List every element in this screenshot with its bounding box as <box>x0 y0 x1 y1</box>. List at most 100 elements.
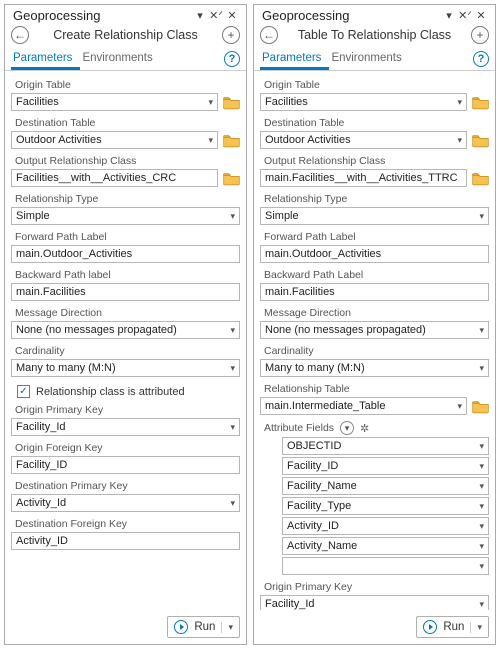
cardinality-label: Cardinality <box>11 343 240 359</box>
browse-icon[interactable] <box>471 132 489 149</box>
tool-name: Create Relationship Class <box>35 28 216 42</box>
forward-label-input[interactable]: main.Outdoor_Activities <box>260 245 489 263</box>
attribute-fields-header[interactable]: Attribute Fields ▾ ✲ <box>260 419 489 437</box>
run-button[interactable]: Run ▾ <box>416 616 489 638</box>
chevron-down-icon: ▾ <box>457 401 462 412</box>
dest-pk-input[interactable]: Activity_Id▾ <box>11 494 240 512</box>
output-rc-label: Output Relationship Class <box>260 153 489 169</box>
chevron-down-icon: ▾ <box>230 422 235 433</box>
browse-icon[interactable] <box>471 170 489 187</box>
help-icon[interactable]: ? <box>473 51 489 67</box>
forward-label-label: Forward Path Label <box>260 229 489 245</box>
origin-fk-input[interactable]: Facility_ID <box>11 456 240 474</box>
browse-icon[interactable] <box>222 94 240 111</box>
attribute-field-item[interactable]: OBJECTID▾ <box>282 437 489 455</box>
cardinality-input[interactable]: Many to many (M:N)▾ <box>11 359 240 377</box>
tool-header: ← Create Relationship Class + <box>5 23 246 48</box>
destination-table-input[interactable]: Outdoor Activities▾ <box>260 131 467 149</box>
chevron-down-icon[interactable]: ▾ <box>221 622 233 633</box>
origin-pk-input[interactable]: Facility_Id▾ <box>11 418 240 436</box>
parameters-form: Origin Table Facilities▾ Destination Tab… <box>254 71 495 610</box>
chevron-down-icon: ▾ <box>457 97 462 108</box>
origin-pk-input[interactable]: Facility_Id▾ <box>260 595 489 610</box>
output-rc-input[interactable]: Facilities__with__Activities_CRC <box>11 169 218 187</box>
dest-fk-input[interactable]: Activity_ID <box>11 532 240 550</box>
add-icon[interactable]: + <box>222 26 240 44</box>
relationship-table-input[interactable]: main.Intermediate_Table▾ <box>260 397 467 415</box>
pane-create-relationship-class: Geoprocessing ▾ ✕ᐟ ✕ ← Create Relationsh… <box>4 4 247 645</box>
destination-table-input[interactable]: Outdoor Activities▾ <box>11 131 218 149</box>
collapse-icon[interactable]: ▾ <box>340 421 354 435</box>
browse-icon[interactable] <box>471 398 489 415</box>
attribute-field-item[interactable]: Activity_ID▾ <box>282 517 489 535</box>
message-direction-input[interactable]: None (no messages propagated)▾ <box>260 321 489 339</box>
chevron-down-icon: ▾ <box>479 325 484 336</box>
back-icon[interactable]: ← <box>11 26 29 44</box>
browse-icon[interactable] <box>222 170 240 187</box>
run-button[interactable]: Run ▾ <box>167 616 240 638</box>
attribute-field-item[interactable]: Facility_Type▾ <box>282 497 489 515</box>
checkmark-icon: ✓ <box>17 385 30 398</box>
output-rc-input[interactable]: main.Facilities__with__Activities_TTRC <box>260 169 467 187</box>
close-icon[interactable]: ✕ <box>224 9 240 22</box>
chevron-down-icon: ▾ <box>208 135 213 146</box>
pane-table-to-relationship-class: Geoprocessing ▾ ✕ᐟ ✕ ← Table To Relation… <box>253 4 496 645</box>
cardinality-input[interactable]: Many to many (M:N)▾ <box>260 359 489 377</box>
chevron-down-icon: ▾ <box>479 599 484 610</box>
tool-name: Table To Relationship Class <box>284 28 465 42</box>
message-direction-input[interactable]: None (no messages propagated)▾ <box>11 321 240 339</box>
attributed-checkbox[interactable]: ✓ Relationship class is attributed <box>11 381 240 402</box>
backward-label-input[interactable]: main.Facilities <box>260 283 489 301</box>
chevron-down-icon: ▾ <box>479 501 484 512</box>
close-icon[interactable]: ✕ <box>473 9 489 22</box>
minimize-icon[interactable]: ▾ <box>192 9 208 22</box>
titlebar: Geoprocessing ▾ ✕ᐟ ✕ <box>5 5 246 23</box>
attribute-field-item[interactable]: ▾ <box>282 557 489 575</box>
chevron-down-icon: ▾ <box>208 97 213 108</box>
chevron-down-icon: ▾ <box>479 541 484 552</box>
titlebar: Geoprocessing ▾ ✕ᐟ ✕ <box>254 5 495 23</box>
message-direction-label: Message Direction <box>260 305 489 321</box>
chevron-down-icon: ▾ <box>479 521 484 532</box>
attribute-field-item[interactable]: Activity_Name▾ <box>282 537 489 555</box>
parameters-form: Origin Table Facilities▾ Destination Tab… <box>5 71 246 610</box>
chevron-down-icon: ▾ <box>230 325 235 336</box>
forward-label-input[interactable]: main.Outdoor_Activities <box>11 245 240 263</box>
output-rc-label: Output Relationship Class <box>11 153 240 169</box>
chevron-down-icon: ▾ <box>479 363 484 374</box>
tab-environments[interactable]: Environments <box>80 48 160 70</box>
relationship-table-label: Relationship Table <box>260 381 489 397</box>
origin-fk-label: Origin Foreign Key <box>11 440 240 456</box>
app-title: Geoprocessing <box>262 8 441 23</box>
browse-icon[interactable] <box>222 132 240 149</box>
browse-icon[interactable] <box>471 94 489 111</box>
chevron-down-icon: ▾ <box>230 363 235 374</box>
back-icon[interactable]: ← <box>260 26 278 44</box>
backward-label-input[interactable]: main.Facilities <box>11 283 240 301</box>
help-icon[interactable]: ? <box>224 51 240 67</box>
chevron-down-icon: ▾ <box>230 498 235 509</box>
pin-icon[interactable]: ✕ᐟ <box>208 9 224 22</box>
minimize-icon[interactable]: ▾ <box>441 9 457 22</box>
tabs: Parameters Environments ? <box>254 48 495 71</box>
destination-table-label: Destination Table <box>260 115 489 131</box>
chevron-down-icon: ▾ <box>457 135 462 146</box>
play-icon <box>174 620 188 634</box>
relationship-type-input[interactable]: Simple▾ <box>260 207 489 225</box>
gear-icon[interactable]: ✲ <box>360 422 369 435</box>
origin-table-input[interactable]: Facilities▾ <box>11 93 218 111</box>
tab-parameters[interactable]: Parameters <box>260 48 329 70</box>
origin-table-input[interactable]: Facilities▾ <box>260 93 467 111</box>
message-direction-label: Message Direction <box>11 305 240 321</box>
tool-header: ← Table To Relationship Class + <box>254 23 495 48</box>
relationship-type-input[interactable]: Simple▾ <box>11 207 240 225</box>
tab-environments[interactable]: Environments <box>329 48 409 70</box>
attribute-field-item[interactable]: Facility_ID▾ <box>282 457 489 475</box>
tab-parameters[interactable]: Parameters <box>11 48 80 70</box>
pin-icon[interactable]: ✕ᐟ <box>457 9 473 22</box>
attribute-fields-list: OBJECTID▾ Facility_ID▾ Facility_Name▾ Facil… <box>260 437 489 575</box>
add-icon[interactable]: + <box>471 26 489 44</box>
attributed-checkbox-label: Relationship class is attributed <box>36 386 185 398</box>
attribute-field-item[interactable]: Facility_Name▾ <box>282 477 489 495</box>
chevron-down-icon[interactable]: ▾ <box>470 622 482 633</box>
